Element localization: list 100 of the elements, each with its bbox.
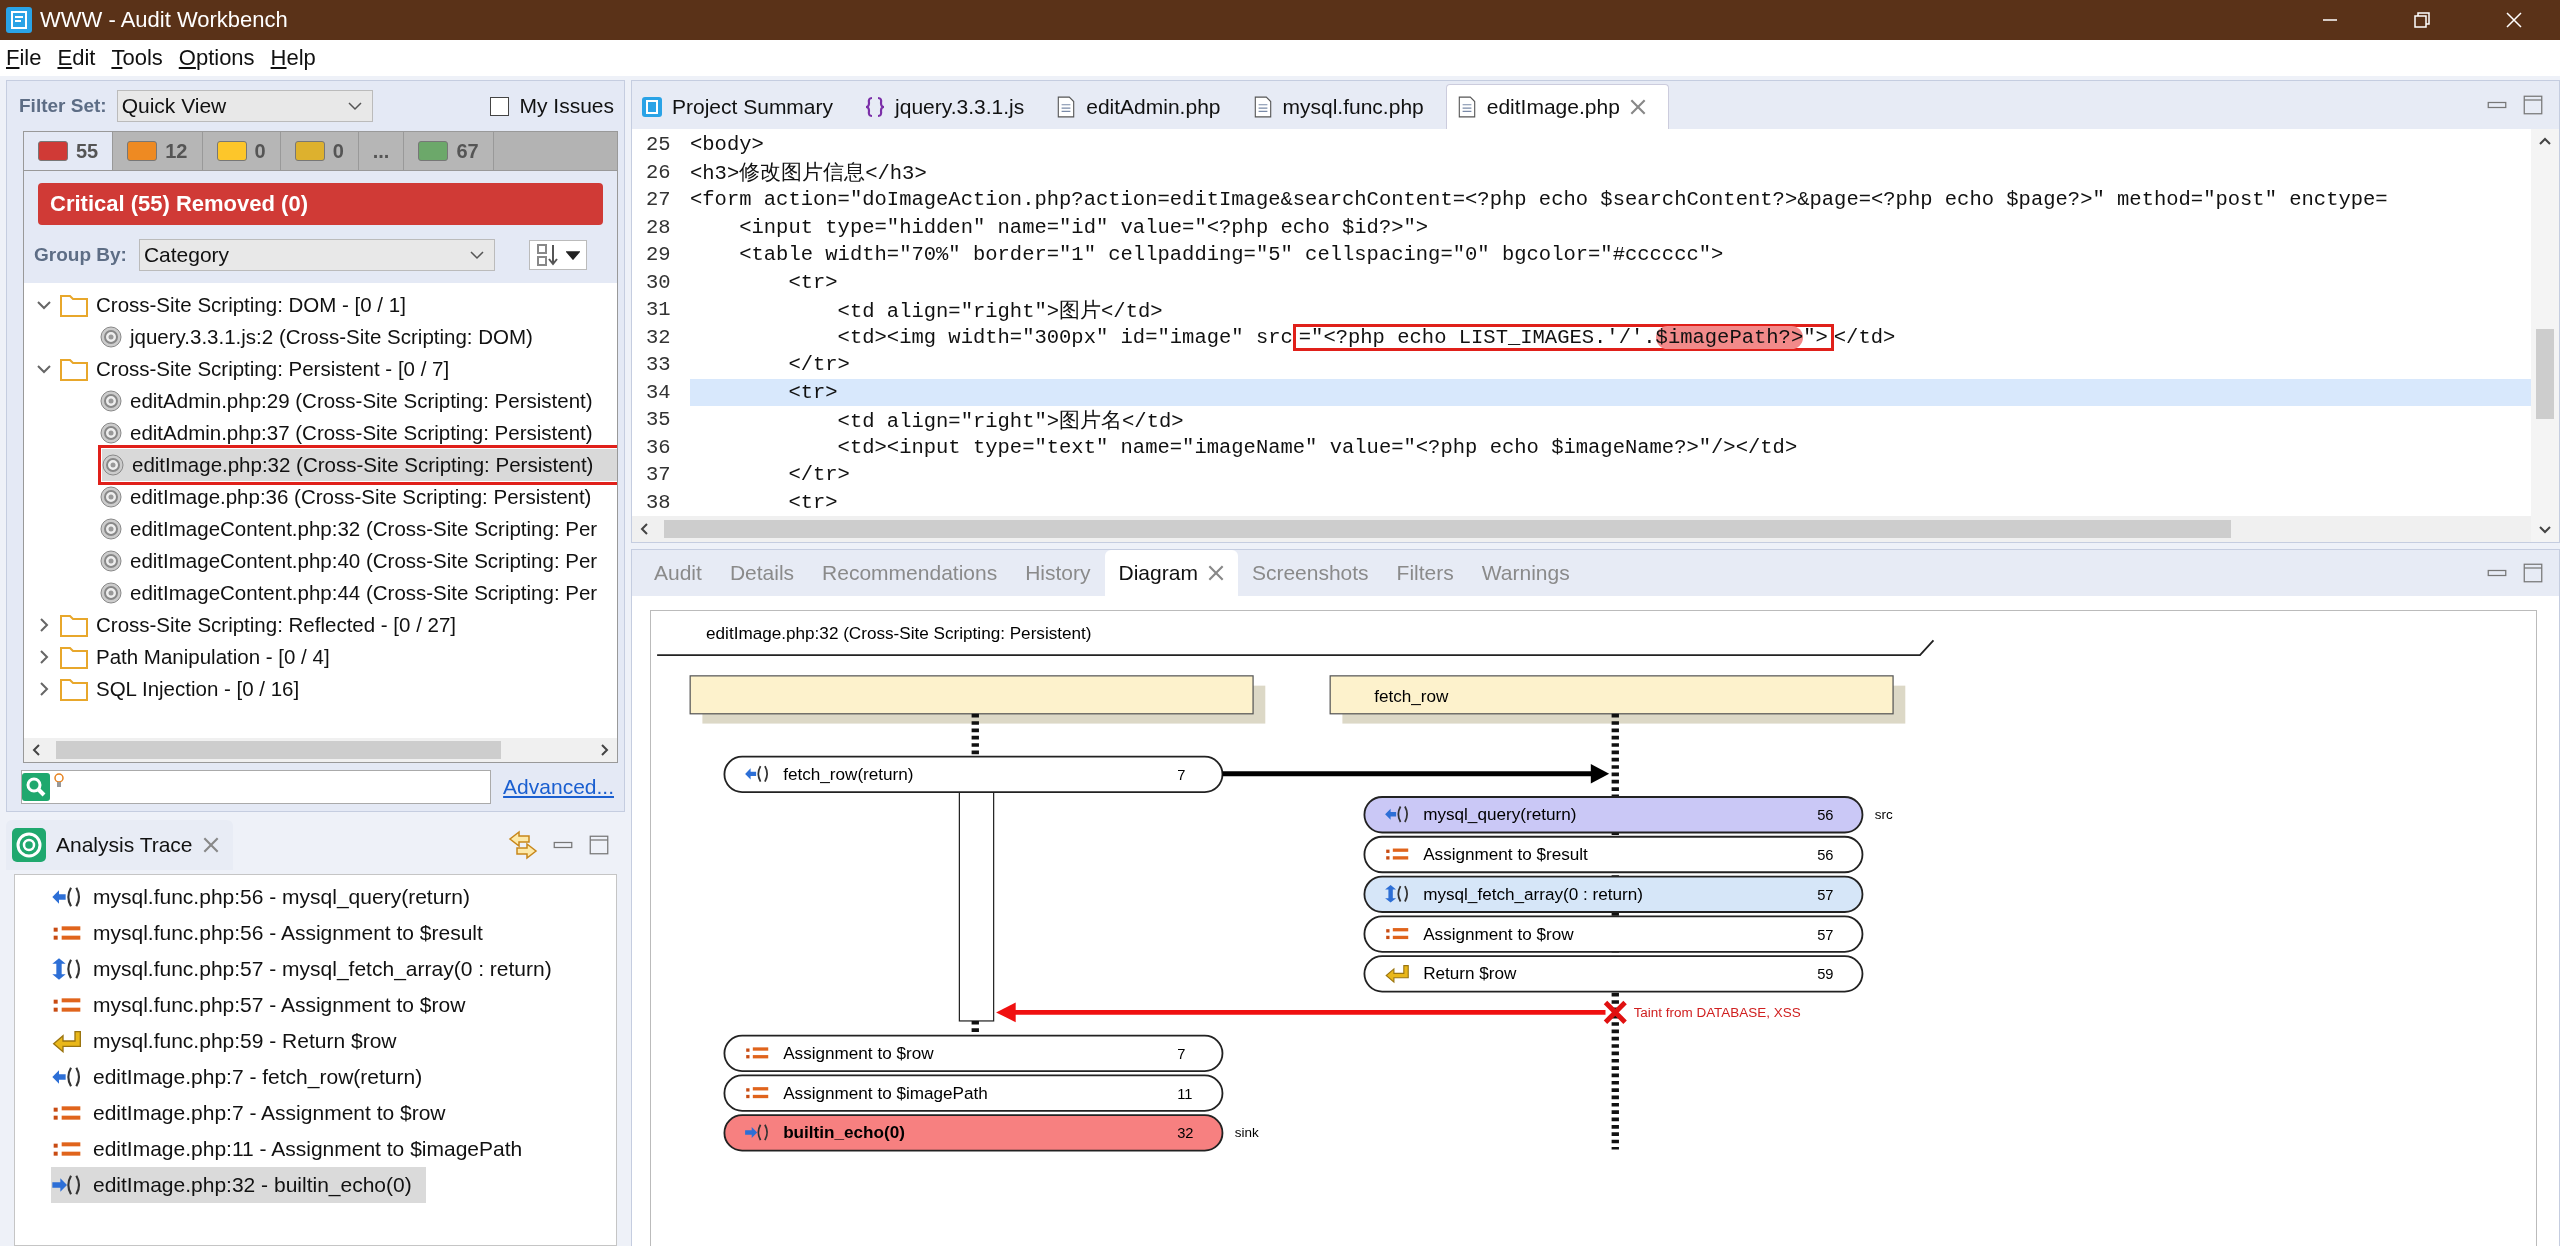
trace-item[interactable]: mysql.func.php:56 - Assignment to $result xyxy=(51,915,497,951)
tree-group[interactable]: Path Manipulation - [0 / 4] xyxy=(24,641,617,673)
tree-item[interactable]: jquery.3.3.1.js:2 (Cross-Site Scripting: DOM) xyxy=(100,321,617,353)
trace-node[interactable] xyxy=(723,1074,1224,1112)
trace-item[interactable]: editImage.php:32 - builtin_echo(0) xyxy=(51,1167,426,1203)
function-call-icon xyxy=(51,1173,83,1197)
group-by-dropdown[interactable]: Category xyxy=(138,239,495,271)
node-label: builtin_echo(0) xyxy=(783,1122,905,1143)
trace-node[interactable] xyxy=(1363,915,1864,953)
tree-item[interactable]: editImageContent.php:44 (Cross-Site Scripting: Per xyxy=(100,577,617,609)
file-icon xyxy=(1056,96,1077,118)
line-number: 29 xyxy=(645,243,672,267)
function-call-icon xyxy=(745,1123,768,1141)
scroll-thumb[interactable] xyxy=(664,520,2231,538)
trace-node[interactable] xyxy=(1363,955,1864,993)
editor-tab[interactable]: jquery.3.3.1.js xyxy=(855,85,1047,129)
function-call-icon xyxy=(1385,805,1408,823)
sort-button[interactable] xyxy=(529,240,587,270)
tree-group[interactable]: SQL Injection - [0 / 16] xyxy=(24,673,617,705)
vertical-scrollbar[interactable] xyxy=(2531,129,2559,542)
trace-item[interactable]: mysql.func.php:59 - Return $row xyxy=(51,1023,411,1059)
menu-item[interactable]: Options xyxy=(178,45,255,71)
editor-tab[interactable]: mysql.func.php xyxy=(1242,85,1446,129)
code-line: <input type="hidden" name="id" value="<?php echo $id?>"> xyxy=(738,214,1430,241)
view-tab[interactable]: Analysis Trace xyxy=(6,820,233,870)
trace-item[interactable]: editImage.php:7 - Assignment to $row xyxy=(51,1095,460,1131)
scroll-thumb[interactable] xyxy=(2536,329,2554,419)
group-by-label: Group By: xyxy=(34,244,127,266)
search-icon xyxy=(22,773,50,801)
filter-set-dropdown[interactable]: Quick View xyxy=(116,90,373,122)
horizontal-scrollbar[interactable] xyxy=(632,516,2531,542)
trace-node[interactable] xyxy=(723,755,1224,794)
line-number: 31 xyxy=(645,298,672,322)
trace-item[interactable]: mysql.func.php:57 - mysql_fetch_array(0 : return) xyxy=(51,951,566,987)
code-line: </tr> xyxy=(787,462,851,489)
menu-item[interactable]: File xyxy=(6,45,42,71)
editor-tab[interactable]: editAdmin.php xyxy=(1046,85,1243,129)
tree-item[interactable]: editAdmin.php:37 (Cross-Site Scripting: Persistent) xyxy=(100,417,617,449)
trace-node[interactable] xyxy=(723,1114,1224,1152)
issue-icon xyxy=(102,454,124,476)
menu-item[interactable]: Edit xyxy=(57,45,96,71)
trace-node[interactable] xyxy=(723,1034,1224,1073)
detail-tab[interactable]: Diagram xyxy=(1104,550,1238,596)
tree-group[interactable]: Cross-Site Scripting: DOM - [0 / 1] xyxy=(24,289,617,321)
advanced-link[interactable]: Advanced... xyxy=(503,775,614,799)
checkbox-label: My Issues xyxy=(519,94,614,118)
braces-icon xyxy=(865,96,886,118)
issue-icon xyxy=(100,390,122,412)
line-number: 7 xyxy=(1177,1045,1186,1062)
maximize-icon[interactable] xyxy=(2523,95,2543,115)
line-number: 25 xyxy=(645,133,672,157)
code-line: <h3>修改图片信息</h3> xyxy=(690,160,928,186)
folder-icon xyxy=(60,357,88,381)
severity-banner: Critical (55) Removed (0) xyxy=(38,183,603,225)
scroll-thumb[interactable] xyxy=(56,741,501,759)
folder-icon xyxy=(60,645,88,669)
node-note: src xyxy=(1874,807,1893,823)
line-number: 33 xyxy=(645,353,672,377)
trace-item[interactable]: mysql.func.php:56 - mysql_query(return) xyxy=(51,879,484,915)
code-line: <table width="70%" border="1" cellpadding="5" cellspacing="0" bgcolor="#cccccc"> xyxy=(738,242,1725,269)
trace-node[interactable] xyxy=(1363,875,1864,913)
trace-node[interactable] xyxy=(1363,796,1864,834)
line-number: 28 xyxy=(645,215,672,239)
severity-tab[interactable]: 55 xyxy=(24,132,114,170)
search-field[interactable] xyxy=(21,770,492,804)
editor-tab[interactable]: editImage.php xyxy=(1445,84,1669,129)
trace-item[interactable]: editImage.php:11 - Assignment to $imagePath xyxy=(51,1131,537,1167)
issue-icon xyxy=(100,518,122,540)
horizontal-scrollbar[interactable] xyxy=(24,738,617,762)
tree-group[interactable]: Cross-Site Scripting: Reflected - [0 / 27] xyxy=(24,609,617,641)
code-line: <tr> xyxy=(787,269,839,296)
restore-icon[interactable] xyxy=(2411,9,2433,31)
editor-tab[interactable]: Project Summary xyxy=(632,85,856,129)
checkbox[interactable] xyxy=(490,96,510,116)
tree-item[interactable]: editImage.php:36 (Cross-Site Scripting: Persistent) xyxy=(100,481,617,513)
trace-item[interactable]: editImage.php:7 - fetch_row(return) xyxy=(51,1059,437,1095)
menu-item[interactable]: Help xyxy=(270,45,316,71)
trace-item[interactable]: mysql.func.php:57 - Assignment to $row xyxy=(51,987,480,1023)
trace-node[interactable] xyxy=(1363,835,1864,874)
tree-item[interactable]: editImageContent.php:32 (Cross-Site Scripting: Per xyxy=(100,513,617,545)
tree-item[interactable]: editAdmin.php:29 (Cross-Site Scripting: Persistent) xyxy=(100,385,617,417)
issue-icon xyxy=(100,550,122,572)
node-label: mysql_query(return) xyxy=(1423,804,1577,825)
line-number: 37 xyxy=(645,463,672,487)
tree-item[interactable]: editImageContent.php:40 (Cross-Site Scripting: Per xyxy=(100,545,617,577)
assignment-icon xyxy=(1386,928,1409,940)
menu-item[interactable]: Tools xyxy=(111,45,163,71)
swap-arrows-icon[interactable] xyxy=(507,829,539,861)
code-line: <td><img width="300px" id="image" src ="<?php echo LIST_IMAGES.'/'.$imagePath?>"> </td> xyxy=(836,323,1897,351)
tree-group[interactable]: Cross-Site Scripting: Persistent - [0 / 7] xyxy=(24,353,617,385)
line-number: 57 xyxy=(1817,926,1834,943)
file-icon xyxy=(1252,96,1273,118)
summary-icon xyxy=(642,96,662,118)
caret-icon xyxy=(566,250,580,260)
maximize-icon[interactable] xyxy=(2523,563,2543,583)
maximize-icon[interactable] xyxy=(589,835,609,855)
node-label: fetch_row(return) xyxy=(783,763,914,784)
line-number: 34 xyxy=(645,380,672,404)
node-label: mysql_fetch_array(0 : return) xyxy=(1423,883,1643,904)
code-line: <body> xyxy=(690,132,765,159)
